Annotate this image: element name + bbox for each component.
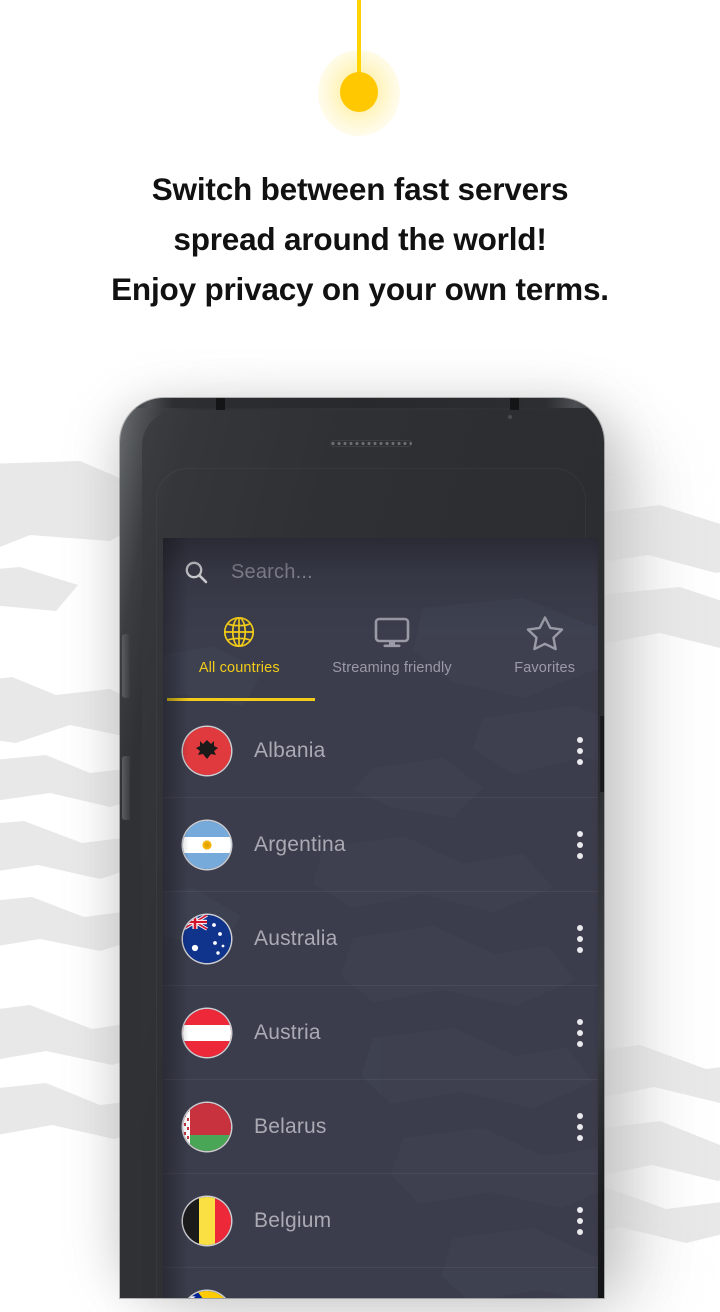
phone-antenna-notch-left xyxy=(216,398,225,410)
power-button[interactable] xyxy=(600,716,604,792)
phone-screen: Search... All countries Streaming friend… xyxy=(163,538,598,1298)
kebab-menu-icon[interactable] xyxy=(577,830,583,859)
flag-icon-belgium xyxy=(183,1196,231,1245)
list-item[interactable]: Belarus xyxy=(163,1080,598,1174)
active-tab-indicator xyxy=(167,698,315,701)
country-name: Argentina xyxy=(254,832,346,856)
country-name: Austria xyxy=(254,1020,321,1044)
globe-icon xyxy=(220,610,258,654)
flag-icon-austria xyxy=(183,1008,231,1057)
page-title: Switch between fast servers spread aroun… xyxy=(0,164,720,314)
pendant-lamp xyxy=(0,0,720,150)
list-item[interactable]: Argentina xyxy=(163,798,598,892)
tab-favorites[interactable]: Favorites xyxy=(468,606,598,702)
country-name: Australia xyxy=(254,926,338,950)
lamp-bulb xyxy=(340,72,378,112)
flag-icon-argentina xyxy=(183,820,231,869)
phone-mockup: Search... All countries Streaming friend… xyxy=(112,392,642,1312)
flag-icon-albania xyxy=(183,726,231,775)
flag-icon-bosnia-herzegovina xyxy=(183,1290,231,1298)
headline-line-2: spread around the world! xyxy=(173,221,547,257)
kebab-menu-icon[interactable] xyxy=(577,736,583,765)
search-input[interactable]: Search... xyxy=(231,561,313,584)
phone-antenna-band xyxy=(120,398,604,408)
volume-up-button[interactable] xyxy=(122,634,130,698)
volume-down-button[interactable] xyxy=(122,756,130,820)
front-camera-icon xyxy=(508,415,512,419)
earpiece-speaker xyxy=(330,440,412,447)
search-icon xyxy=(185,561,208,584)
tab-label: Streaming friendly xyxy=(332,660,452,676)
list-item[interactable]: Albania xyxy=(163,704,598,798)
kebab-menu-icon[interactable] xyxy=(577,1018,583,1047)
list-item[interactable]: Bosnia & Herzegovina xyxy=(163,1268,598,1298)
flag-icon-belarus xyxy=(183,1102,231,1151)
monitor-icon xyxy=(371,610,413,654)
phone-body: Search... All countries Streaming friend… xyxy=(120,398,604,1298)
tab-label: Favorites xyxy=(514,660,576,676)
tab-streaming-friendly[interactable]: Streaming friendly xyxy=(316,606,469,702)
kebab-menu-icon[interactable] xyxy=(577,1206,583,1235)
list-item[interactable]: Belgium xyxy=(163,1174,598,1268)
tab-bar: All countries Streaming friendly Favorit… xyxy=(163,606,598,702)
phone-antenna-notch-right xyxy=(510,398,519,410)
tab-label: All countries xyxy=(198,660,280,676)
country-list[interactable]: Albania Argentina Australia Austria Bela… xyxy=(163,704,598,1298)
list-item[interactable]: Austria xyxy=(163,986,598,1080)
star-icon xyxy=(525,610,565,654)
list-item[interactable]: Australia xyxy=(163,892,598,986)
search-bar[interactable]: Search... xyxy=(163,538,598,606)
tab-all-countries[interactable]: All countries xyxy=(163,606,316,702)
kebab-menu-icon[interactable] xyxy=(577,1112,583,1141)
country-name: Belgium xyxy=(254,1208,332,1232)
country-name: Albania xyxy=(254,738,326,762)
flag-icon-australia xyxy=(183,914,231,963)
phone-front-glass: Search... All countries Streaming friend… xyxy=(142,410,598,1298)
headline-line-1: Switch between fast servers xyxy=(151,171,569,207)
kebab-menu-icon[interactable] xyxy=(577,924,583,953)
headline-line-3: Enjoy privacy on your own terms. xyxy=(111,271,609,307)
country-name: Belarus xyxy=(254,1114,327,1138)
